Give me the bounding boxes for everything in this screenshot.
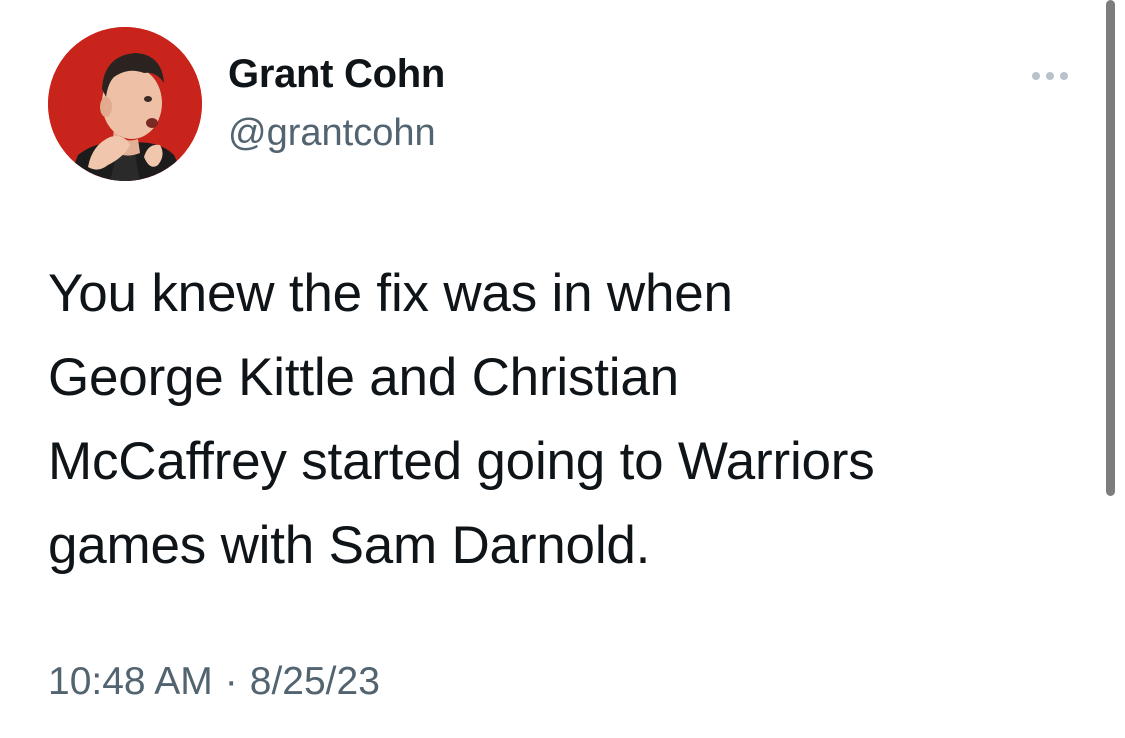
display-name[interactable]: Grant Cohn (228, 52, 445, 97)
more-horizontal-icon (1032, 72, 1040, 80)
tweet-card: Grant Cohn @grantcohn You knew the fix w… (0, 0, 1125, 738)
more-horizontal-icon (1060, 72, 1068, 80)
tweet-text-line: McCaffrey started going to Warriors (48, 432, 875, 491)
tweet-date[interactable]: 8/25/23 (250, 660, 380, 703)
tweet-text-line: George Kittle and Christian (48, 348, 679, 407)
tweet-text-line: games with Sam Darnold. (48, 516, 651, 575)
tweet-text-line: You knew the fix was in when (48, 264, 733, 323)
scrollbar[interactable] (1106, 0, 1115, 496)
profile-photo-icon (48, 27, 202, 181)
avatar[interactable] (48, 27, 202, 181)
tweet-text: You knew the fix was in when George Kitt… (48, 252, 1068, 588)
more-horizontal-icon (1046, 72, 1054, 80)
more-options-button[interactable] (1022, 60, 1078, 92)
tweet-timestamp[interactable]: 10:48 AM · 8/25/23 (48, 660, 380, 704)
meta-separator: · (224, 660, 238, 703)
tweet-time[interactable]: 10:48 AM (48, 660, 213, 703)
user-handle[interactable]: @grantcohn (228, 112, 436, 155)
